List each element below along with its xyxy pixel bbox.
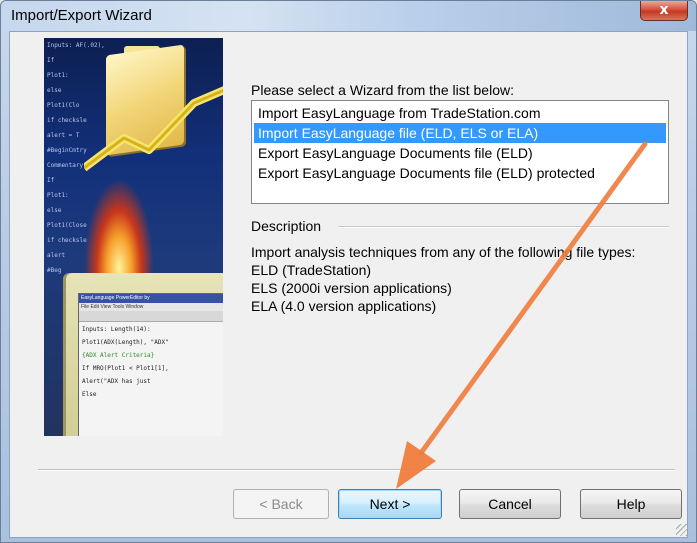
chart-arrow-icon	[84, 86, 223, 172]
illustration-code-line: #BeginCmtry	[47, 147, 87, 154]
illustration-code-line: if checksle	[47, 117, 87, 124]
editor-code-line: Plot1(ADX(Length), "ADX"	[82, 339, 169, 346]
description-line: ELA (4.0 version applications)	[251, 298, 437, 314]
wizard-option-export-eld-protected[interactable]: Export EasyLanguage Documents file (ELD)…	[254, 163, 666, 183]
illustration-code-line: Plot1:	[47, 192, 69, 199]
description-divider	[338, 226, 669, 228]
help-button[interactable]: Help	[580, 489, 682, 519]
description-label: Description	[251, 218, 322, 234]
editor-code-line: Alert("ADX has just	[82, 378, 151, 385]
description-line: ELD (TradeStation)	[251, 262, 372, 278]
wizard-illustration: Inputs: AF(.02), If Plot1: else Plot1(Clo if …	[44, 38, 223, 436]
editor-code-line: If MRO(Plot1 < Plot1[1],	[82, 365, 169, 372]
editor-menu: File Edit View Tools Window	[79, 303, 223, 311]
illustration-code-line: If	[47, 57, 55, 64]
monitor-graphic: EasyLanguage PowerEditor by File Edit Vi…	[66, 273, 223, 436]
wizard-option-import-tradestation[interactable]: Import EasyLanguage from TradeStation.co…	[254, 103, 666, 123]
wizard-prompt: Please select a Wizard from the list bel…	[251, 82, 514, 98]
editor-toolbar	[79, 311, 223, 322]
wizard-listbox[interactable]: Import EasyLanguage from TradeStation.co…	[251, 100, 669, 204]
illustration-code-line: if checksle	[47, 237, 87, 244]
cancel-button[interactable]: Cancel	[459, 489, 561, 519]
illustration-code-line: alert = T	[47, 132, 80, 139]
editor-title: EasyLanguage PowerEditor by	[79, 294, 223, 303]
illustration-code-line: Plot1:	[47, 72, 69, 79]
illustration-code-line: Inputs: AF(.02),	[47, 42, 105, 49]
next-button[interactable]: Next >	[338, 489, 442, 519]
editor-code-line: {ADX Alert Criteria}	[82, 352, 155, 359]
illustration-code-line: If	[47, 177, 55, 184]
back-button[interactable]: < Back	[233, 489, 329, 519]
description-line: Import analysis techniques from any of t…	[251, 244, 636, 260]
illustration-code-line: Plot1(Close	[47, 222, 87, 229]
illustration-code-line: else	[47, 207, 62, 214]
button-divider	[38, 469, 675, 471]
illustration-code-line: alert	[47, 252, 66, 259]
illustration-code-line: Plot1(Clo	[47, 102, 80, 109]
window-title: Import/Export Wizard	[11, 7, 152, 24]
illustration-code-line: else	[47, 87, 62, 94]
editor-screen: EasyLanguage PowerEditor by File Edit Vi…	[78, 293, 223, 436]
description-line: ELS (2000i version applications)	[251, 280, 452, 296]
illustration-code-line: #Beg	[47, 267, 62, 274]
illustration-code-line: Commentary(	[47, 162, 87, 169]
editor-code-line: Else	[82, 391, 97, 398]
resize-grip[interactable]	[676, 524, 688, 536]
editor-code-line: Inputs: Length(14):	[82, 326, 151, 333]
wizard-option-export-eld[interactable]: Export EasyLanguage Documents file (ELD)	[254, 143, 666, 163]
wizard-option-import-file[interactable]: Import EasyLanguage file (ELD, ELS or EL…	[254, 123, 666, 143]
wizard-window: Import/Export Wizard x Inputs: AF(.02), I…	[0, 0, 697, 543]
close-button[interactable]: x	[640, 1, 688, 21]
title-bar[interactable]: Import/Export Wizard x	[1, 1, 696, 31]
